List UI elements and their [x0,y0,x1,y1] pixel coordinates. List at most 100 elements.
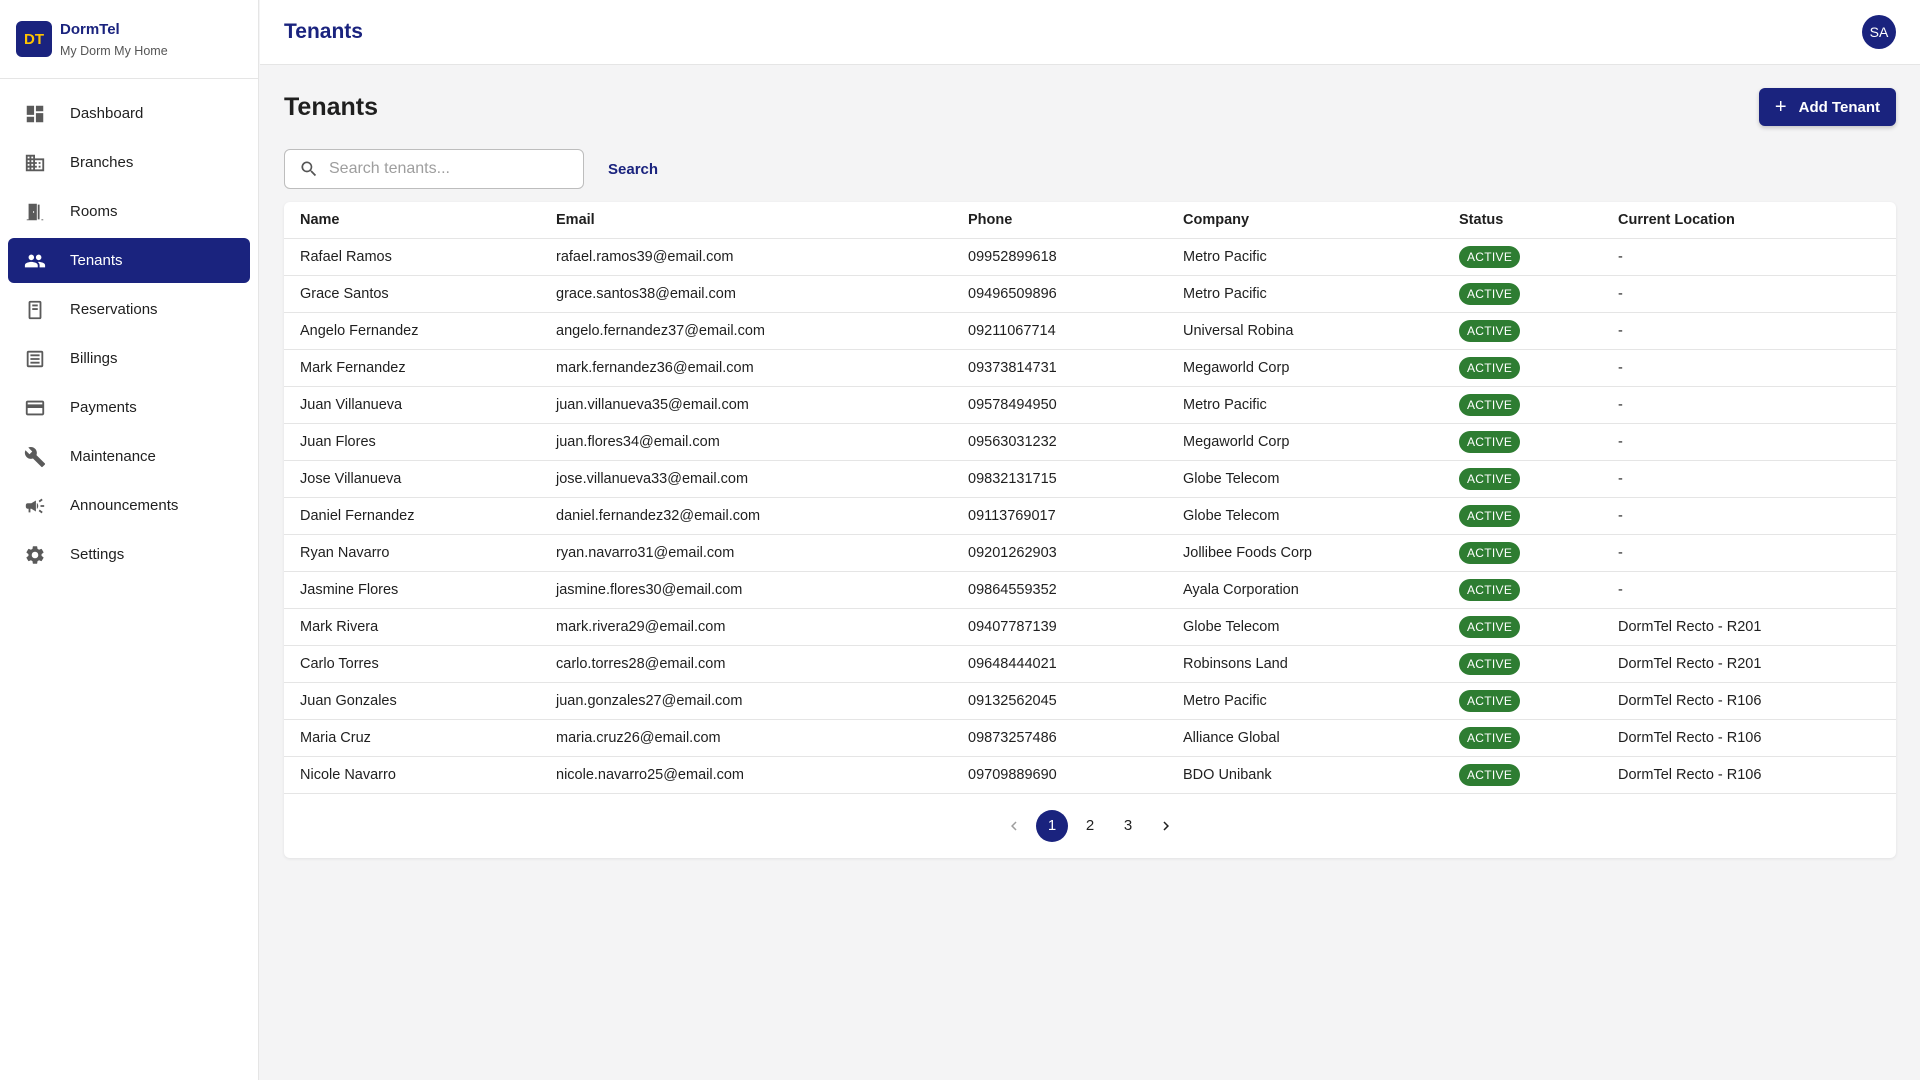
add-tenant-label: Add Tenant [1798,98,1880,116]
table-row[interactable]: Maria Cruz maria.cruz26@email.com 09873257… [284,719,1896,757]
status-badge: ACTIVE [1459,467,1521,490]
cell-location: - [1602,534,1896,572]
pagination-next-button[interactable] [1150,810,1182,842]
cell-name: Ryan Navarro [284,534,540,572]
cell-status: ACTIVE [1443,460,1602,498]
table-row[interactable]: Mark Rivera mark.rivera29@email.com 094077… [284,608,1896,646]
cell-company: Globe Telecom [1167,460,1443,498]
table-row[interactable]: Angelo Fernandez angelo.fernandez37@email… [284,312,1896,350]
table-row[interactable]: Nicole Navarro nicole.navarro25@email.com… [284,756,1896,794]
tenants-table-card: Name Email Phone Company Status Current Locat… [284,202,1896,858]
cell-email: rafael.ramos39@email.com [540,238,952,276]
pagination-page-1[interactable]: 1 [1036,809,1068,842]
dashboard-icon [24,103,46,125]
cell-status: ACTIVE [1443,719,1602,757]
cell-status: ACTIVE [1443,275,1602,313]
avatar[interactable]: SA [1862,15,1896,49]
table-row[interactable]: Rafael Ramos rafael.ramos39@email.com 0995… [284,238,1896,276]
cell-name: Jasmine Flores [284,571,540,609]
cell-email: maria.cruz26@email.com [540,719,952,757]
sidebar-item-branches[interactable]: Branches [8,140,250,185]
status-badge: ACTIVE [1459,615,1521,638]
people-icon [24,250,46,272]
table-row[interactable]: Jose Villanueva jose.villanueva33@email.c… [284,460,1896,498]
sidebar-item-label: Maintenance [70,448,156,465]
table-row[interactable]: Daniel Fernandez daniel.fernandez32@email… [284,497,1896,535]
cell-name: Carlo Torres [284,645,540,683]
column-header-email[interactable]: Email [540,202,952,239]
cell-email: jasmine.flores30@email.com [540,571,952,609]
pagination-page-3[interactable]: 3 [1112,810,1144,842]
cell-company: Metro Pacific [1167,238,1443,276]
cell-name: Rafael Ramos [284,238,540,276]
cell-location: - [1602,571,1896,609]
pagination-prev-button[interactable] [998,810,1030,842]
sidebar-item-settings[interactable]: Settings [8,532,250,577]
cell-name: Mark Rivera [284,608,540,646]
sidebar-item-announcements[interactable]: Announcements [8,483,250,528]
cell-location: - [1602,349,1896,387]
status-badge: ACTIVE [1459,652,1521,675]
sidebar-item-payments[interactable]: Payments [8,385,250,430]
table-row[interactable]: Grace Santos grace.santos38@email.com 0949… [284,275,1896,313]
cell-name: Juan Flores [284,423,540,461]
status-badge: ACTIVE [1459,319,1521,342]
cell-phone: 09709889690 [952,756,1167,794]
gear-icon [24,544,46,566]
cell-status: ACTIVE [1443,386,1602,424]
pagination-page-2[interactable]: 2 [1074,810,1106,842]
table-row[interactable]: Carlo Torres carlo.torres28@email.com 0964… [284,645,1896,683]
plus-icon: + [1774,96,1787,118]
sidebar-item-dashboard[interactable]: Dashboard [8,91,250,136]
column-header-status[interactable]: Status [1443,202,1602,239]
cell-location: DormTel Recto - R106 [1602,682,1896,720]
brand-logo: DT [16,21,52,57]
card-icon [24,397,46,419]
cell-name: Angelo Fernandez [284,312,540,350]
header-title: Tenants [284,20,363,43]
sidebar-item-reservations[interactable]: Reservations [8,287,250,332]
cell-status: ACTIVE [1443,349,1602,387]
cell-location: - [1602,275,1896,313]
cell-status: ACTIVE [1443,497,1602,535]
sidebar-item-billings[interactable]: Billings [8,336,250,381]
status-badge: ACTIVE [1459,504,1521,527]
status-badge: ACTIVE [1459,689,1521,712]
cell-status: ACTIVE [1443,645,1602,683]
add-tenant-button[interactable]: + Add Tenant [1758,88,1896,126]
cell-phone: 09211067714 [952,312,1167,350]
cell-status: ACTIVE [1443,312,1602,350]
cell-company: Robinsons Land [1167,645,1443,683]
column-header-current-location[interactable]: Current Location [1602,202,1896,239]
column-header-company[interactable]: Company [1167,202,1443,239]
cell-email: jose.villanueva33@email.com [540,460,952,498]
door-icon [24,201,46,223]
cell-company: Jollibee Foods Corp [1167,534,1443,572]
search-input[interactable] [329,160,569,178]
search-box [284,149,584,189]
table-row[interactable]: Ryan Navarro ryan.navarro31@email.com 0920… [284,534,1896,572]
sidebar-item-rooms[interactable]: Rooms [8,189,250,234]
cell-company: Ayala Corporation [1167,571,1443,609]
search-button[interactable]: Search [608,161,658,178]
column-header-phone[interactable]: Phone [952,202,1167,239]
chevron-left-icon [1011,821,1017,830]
brand-name: DormTel [60,20,120,38]
table-row[interactable]: Juan Flores juan.flores34@email.com 095630… [284,423,1896,461]
status-badge: ACTIVE [1459,356,1521,379]
cell-company: Megaworld Corp [1167,423,1443,461]
table-row[interactable]: Mark Fernandez mark.fernandez36@email.com… [284,349,1896,387]
table-row[interactable]: Juan Villanueva juan.villanueva35@email.c… [284,386,1896,424]
cell-email: ryan.navarro31@email.com [540,534,952,572]
table-row[interactable]: Jasmine Flores jasmine.flores30@email.com… [284,571,1896,609]
column-header-name[interactable]: Name [284,202,540,239]
sidebar-item-maintenance[interactable]: Maintenance [8,434,250,479]
cell-email: juan.gonzales27@email.com [540,682,952,720]
wrench-icon [24,446,46,468]
top-header: Tenants SA [260,0,1920,65]
table-row[interactable]: Juan Gonzales juan.gonzales27@email.com 09… [284,682,1896,720]
brand-tagline: My Dorm My Home [60,43,168,58]
receipt-icon [24,348,46,370]
sidebar-item-tenants[interactable]: Tenants [8,238,250,283]
calendar-icon [24,299,46,321]
